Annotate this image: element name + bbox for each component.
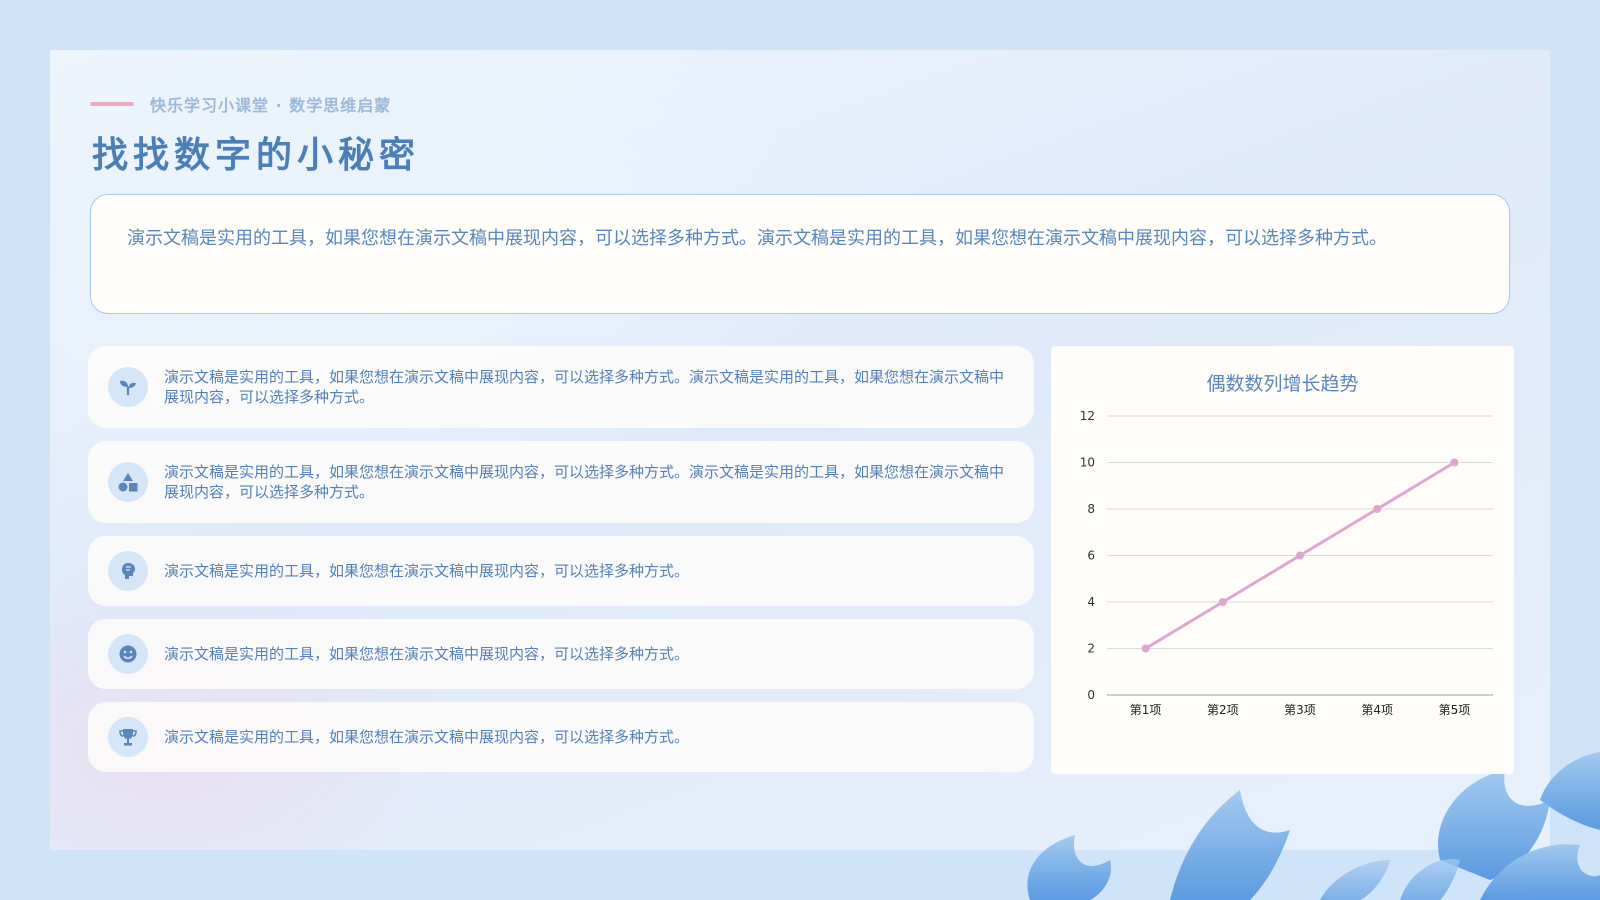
page-title: 找找数字的小秘密 (92, 135, 421, 176)
intro-text: 演示文稿是实用的工具，如果您想在演示文稿中展现内容，可以选择多种方式。演示文稿是… (127, 228, 1387, 249)
y-tick-label: 8 (1087, 502, 1095, 516)
data-point (1218, 598, 1227, 606)
list-item: 演示文稿是实用的工具，如果您想在演示文稿中展现内容，可以选择多种方式。演示文稿是… (88, 346, 1034, 428)
data-point (1141, 644, 1150, 653)
x-tick-label: 第2项 (1207, 703, 1239, 717)
intro-card: 演示文稿是实用的工具，如果您想在演示文稿中展现内容，可以选择多种方式。演示文稿是… (90, 194, 1510, 314)
data-point (1373, 505, 1382, 513)
y-tick-label: 10 (1080, 456, 1095, 470)
list-item: 演示文稿是实用的工具，如果您想在演示文稿中展现内容，可以选择多种方式。 (88, 702, 1034, 772)
x-tick-label: 第4项 (1361, 703, 1393, 717)
slide-content: 快乐学习小课堂 · 数学思维启蒙 找找数字的小秘密 演示文稿是实用的工具，如果您… (50, 50, 1550, 850)
chart-card: 偶数数列增长趋势 0 2 4 6 8 10 12 第1项 第2项 第3项 第4项 第5项 (1051, 346, 1514, 774)
list-item: 演示文稿是实用的工具，如果您想在演示文稿中展现内容，可以选择多种方式。 (88, 619, 1034, 689)
brain-icon (108, 551, 148, 591)
trophy-icon (108, 717, 148, 757)
line-chart: 偶数数列增长趋势 0 2 4 6 8 10 12 第1项 第2项 第3项 第4项 第5项 (1080, 373, 1493, 717)
y-tick-label: 4 (1087, 595, 1095, 609)
chart-title: 偶数数列增长趋势 (1206, 373, 1358, 395)
data-point (1450, 458, 1459, 467)
subtitle: 快乐学习小课堂 · 数学思维启蒙 (150, 96, 392, 115)
y-tick-label: 2 (1087, 642, 1095, 656)
list-item-text: 演示文稿是实用的工具，如果您想在演示文稿中展现内容，可以选择多种方式。 (164, 645, 690, 663)
x-tick-label: 第3项 (1284, 703, 1316, 717)
y-tick-label: 0 (1087, 688, 1095, 702)
smile-icon (108, 634, 148, 674)
subtitle-row: 快乐学习小课堂 · 数学思维启蒙 (90, 92, 391, 116)
y-tick-label: 12 (1080, 409, 1095, 423)
list-item-text: 演示文稿是实用的工具，如果您想在演示文稿中展现内容，可以选择多种方式。演示文稿是… (164, 463, 1005, 501)
x-tick-label: 第5项 (1439, 703, 1471, 717)
list-item-text: 演示文稿是实用的工具，如果您想在演示文稿中展现内容，可以选择多种方式。演示文稿是… (164, 368, 1005, 406)
shapes-icon (108, 462, 148, 502)
list-item-text: 演示文稿是实用的工具，如果您想在演示文稿中展现内容，可以选择多种方式。 (164, 562, 690, 580)
data-point (1296, 551, 1304, 560)
seedling-icon (108, 367, 148, 407)
accent-line (90, 102, 134, 106)
list-item: 演示文稿是实用的工具，如果您想在演示文稿中展现内容，可以选择多种方式。演示文稿是… (88, 441, 1034, 523)
x-tick-label: 第1项 (1130, 703, 1162, 717)
list-item: 演示文稿是实用的工具，如果您想在演示文稿中展现内容，可以选择多种方式。 (88, 536, 1034, 606)
y-tick-label: 6 (1087, 549, 1095, 563)
list-item-text: 演示文稿是实用的工具，如果您想在演示文稿中展现内容，可以选择多种方式。 (164, 728, 690, 746)
